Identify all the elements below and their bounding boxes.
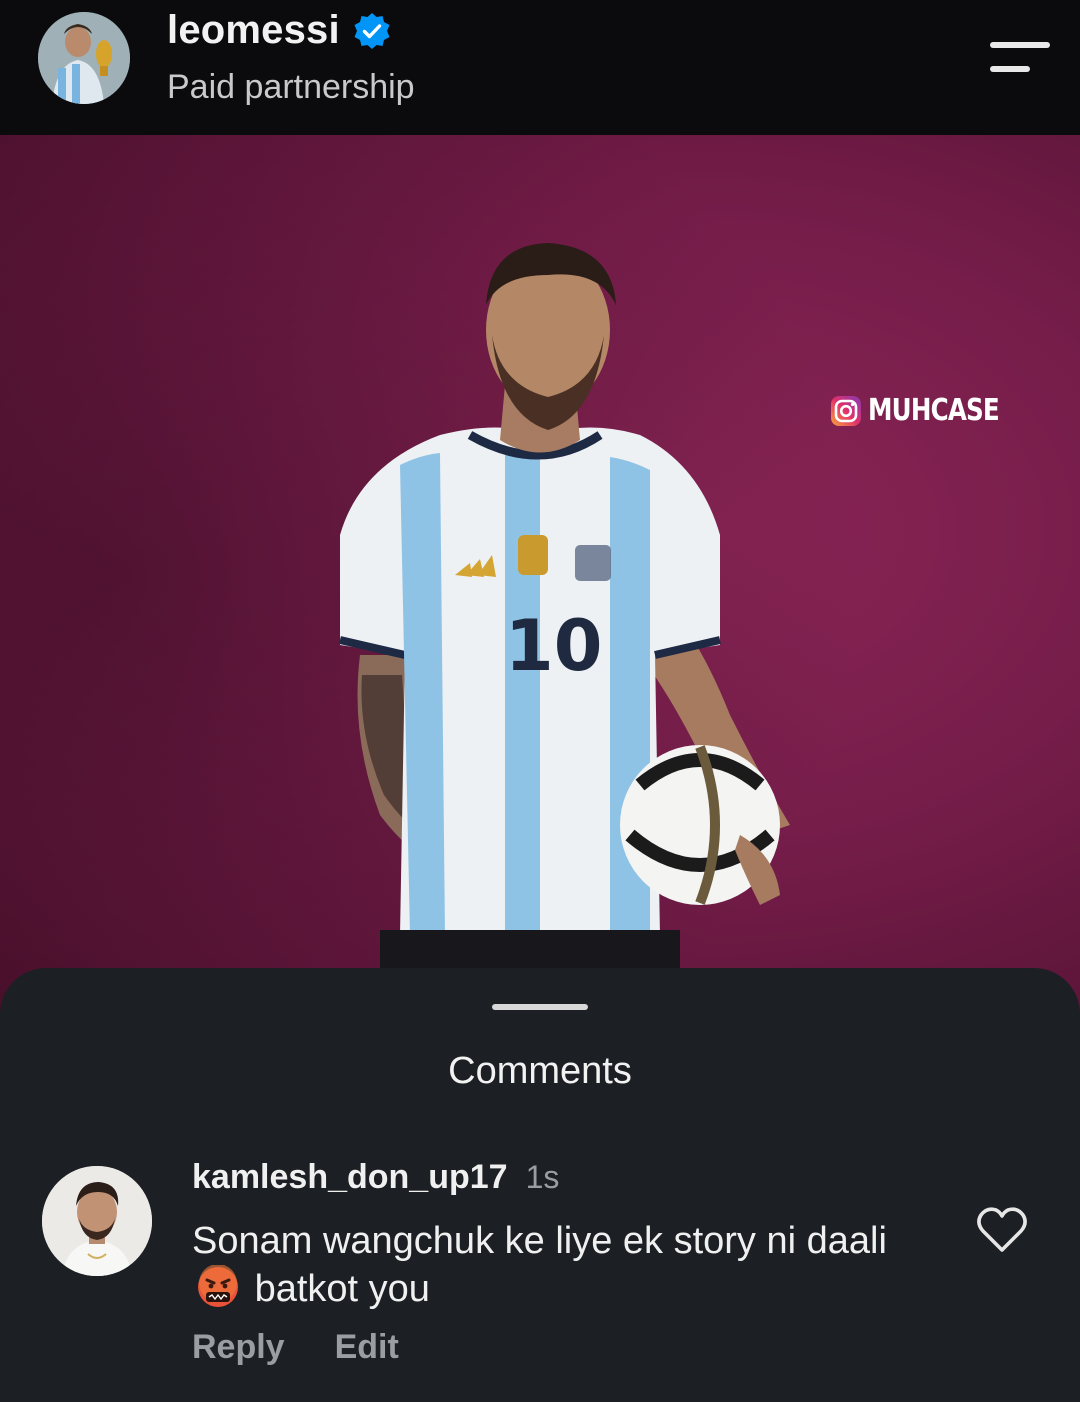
username[interactable]: leomessi bbox=[167, 8, 340, 53]
commenter-avatar-image bbox=[42, 1166, 152, 1276]
comments-title: Comments bbox=[448, 1050, 632, 1092]
watermark-text: MUHCASE bbox=[868, 393, 1000, 428]
comment-timestamp: 1s bbox=[525, 1159, 560, 1195]
avatar-image bbox=[38, 12, 130, 104]
heart-outline-icon[interactable] bbox=[976, 1206, 1028, 1254]
menu-bar-top bbox=[990, 42, 1050, 48]
face-with-symbols-on-mouth-emoji-icon bbox=[196, 1264, 240, 1309]
post-header: leomessi Paid partnership bbox=[0, 0, 1080, 135]
svg-text:10: 10 bbox=[505, 605, 602, 687]
menu-lines-icon[interactable] bbox=[988, 40, 1050, 80]
comment-username[interactable]: kamlesh_don_up17 bbox=[192, 1158, 508, 1197]
profile-avatar[interactable] bbox=[38, 12, 130, 104]
comment-text-part-2: batkot you bbox=[254, 1268, 430, 1310]
reply-button[interactable]: Reply bbox=[192, 1328, 285, 1367]
paid-partnership-label[interactable]: Paid partnership bbox=[167, 68, 415, 107]
post-image[interactable]: 10 MUHCASE bbox=[0, 135, 1080, 1015]
comment-text-part-1: Sonam wangchuk ke liye ek story ni daali bbox=[192, 1220, 887, 1262]
player-photo: 10 bbox=[0, 135, 1080, 1015]
sheet-drag-handle[interactable] bbox=[492, 1004, 588, 1010]
comments-sheet: Comments kamlesh_don_up17 1s Sonam wangc… bbox=[0, 968, 1080, 1402]
watermark: MUHCASE bbox=[830, 393, 1028, 428]
comment-meta: kamlesh_don_up17 1s bbox=[192, 1158, 559, 1197]
username-row: leomessi bbox=[167, 8, 392, 53]
edit-button[interactable]: Edit bbox=[335, 1328, 399, 1367]
instagram-icon bbox=[831, 395, 861, 426]
comment-text: Sonam wangchuk ke liye ek story ni daali… bbox=[192, 1218, 932, 1313]
comment-actions: Reply Edit bbox=[192, 1328, 399, 1367]
verified-badge-icon bbox=[352, 11, 392, 51]
menu-bar-bottom bbox=[990, 66, 1030, 72]
instagram-post-view: leomessi Paid partnership 10 MUHCASE Com… bbox=[0, 0, 1080, 1402]
commenter-avatar[interactable] bbox=[42, 1166, 152, 1276]
